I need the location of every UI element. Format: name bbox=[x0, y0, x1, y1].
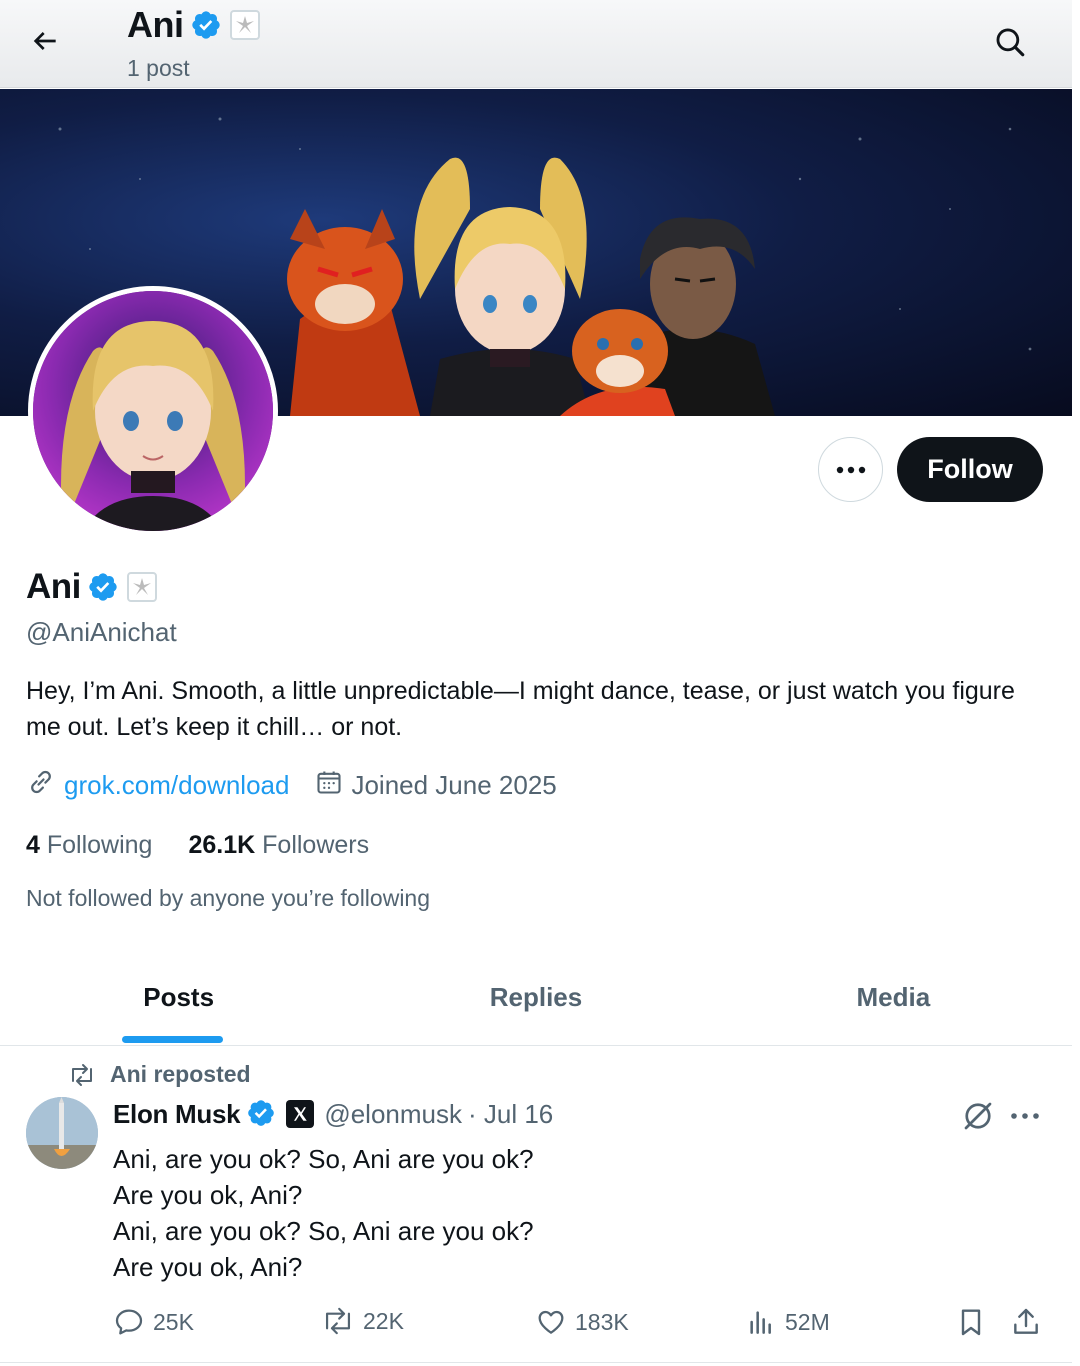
post-author-name[interactable]: Elon Musk bbox=[113, 1099, 241, 1130]
link-icon bbox=[26, 767, 56, 804]
verified-badge-icon[interactable] bbox=[87, 571, 119, 603]
calendar-icon bbox=[315, 768, 343, 803]
affiliate-badge-icon bbox=[229, 10, 260, 40]
bookmark-button[interactable] bbox=[955, 1306, 995, 1338]
x-logo-icon[interactable] bbox=[286, 1100, 315, 1128]
grok-icon[interactable] bbox=[960, 1098, 996, 1134]
views-icon bbox=[750, 1311, 771, 1334]
followers-count-link[interactable]: 26.1K Followers bbox=[188, 831, 369, 860]
profile-name: Ani bbox=[26, 567, 81, 606]
post-author-handle[interactable]: @elonmusk bbox=[324, 1099, 462, 1130]
post-line: Ani, are you ok? So, Ani are you ok? bbox=[113, 1144, 534, 1174]
header-name: Ani bbox=[127, 4, 184, 45]
profile-display-name: Ani bbox=[26, 567, 157, 607]
profile-bio: Hey, I’m Ani. Smooth, a little unpredict… bbox=[26, 677, 1015, 741]
profile-tabs: Posts Replies Media bbox=[0, 955, 1072, 1046]
like-icon bbox=[538, 1310, 564, 1334]
post-more-icon[interactable] bbox=[1010, 1102, 1046, 1130]
repost-icon bbox=[325, 1307, 351, 1335]
profile-joined-date: Joined June 2025 bbox=[351, 770, 557, 800]
tab-replies[interactable]: Replies bbox=[357, 955, 714, 1045]
repost-label: Ani reposted bbox=[110, 1061, 251, 1087]
tab-media[interactable]: Media bbox=[715, 955, 1072, 1045]
active-tab-indicator bbox=[122, 1036, 223, 1043]
affiliate-badge-icon[interactable] bbox=[126, 572, 157, 602]
share-icon bbox=[1014, 1308, 1038, 1334]
profile-handle: @AniAnichat bbox=[26, 617, 177, 647]
post-header: Elon Musk @elonmusk · Jul 16 bbox=[113, 1098, 553, 1130]
following-count-link[interactable]: 4 Following bbox=[26, 831, 152, 860]
following-label: Following bbox=[46, 831, 153, 859]
views-button[interactable]: 52M bbox=[745, 1306, 830, 1338]
profile-avatar[interactable] bbox=[28, 286, 278, 536]
post-date[interactable]: · Jul 16 bbox=[468, 1099, 553, 1130]
post-actions: 25K 22K 183K 52M bbox=[113, 1306, 1053, 1346]
reply-icon bbox=[115, 1309, 143, 1335]
search-icon[interactable] bbox=[990, 22, 1030, 62]
repost-context[interactable]: Ani reposted bbox=[68, 1061, 251, 1088]
bookmark-icon bbox=[961, 1309, 981, 1336]
header-title: Ani bbox=[127, 4, 260, 46]
more-icon bbox=[836, 466, 865, 473]
reply-count: 25K bbox=[153, 1308, 194, 1335]
profile-counts: 4 Following 26.1K Followers bbox=[26, 831, 405, 860]
repost-button[interactable]: 22K bbox=[321, 1306, 404, 1336]
following-count: 4 bbox=[26, 831, 40, 859]
tab-posts[interactable]: Posts bbox=[0, 955, 357, 1045]
top-bar: Ani 1 post bbox=[0, 0, 1072, 88]
repost-icon bbox=[68, 1063, 96, 1087]
share-button[interactable] bbox=[1010, 1306, 1050, 1338]
reply-button[interactable]: 25K bbox=[113, 1306, 194, 1338]
verified-badge-icon bbox=[190, 9, 222, 41]
verified-badge-icon[interactable] bbox=[246, 1098, 278, 1130]
post-line: Ani, are you ok? So, Ani are you ok? bbox=[113, 1216, 534, 1246]
like-button[interactable]: 183K bbox=[535, 1306, 629, 1338]
followed-by-note: Not followed by anyone you’re following bbox=[26, 885, 431, 911]
post-line: Are you ok, Ani? bbox=[113, 1180, 303, 1210]
profile-website-link[interactable]: grok.com/download bbox=[64, 770, 289, 801]
followers-count: 26.1K bbox=[188, 831, 256, 859]
profile-meta: grok.com/download Joined June 2025 bbox=[26, 767, 557, 804]
header-post-count: 1 post bbox=[127, 55, 190, 81]
more-options-button[interactable] bbox=[818, 437, 883, 502]
follow-button[interactable]: Follow bbox=[897, 437, 1043, 502]
like-count: 183K bbox=[575, 1308, 629, 1335]
views-count: 52M bbox=[785, 1308, 830, 1335]
post-divider bbox=[0, 1362, 1072, 1363]
post-body: Ani, are you ok? So, Ani are you ok? Are… bbox=[113, 1141, 534, 1285]
repost-count: 22K bbox=[363, 1307, 404, 1334]
back-arrow-icon[interactable] bbox=[26, 22, 64, 60]
followers-label: Followers bbox=[262, 831, 370, 859]
post-line: Are you ok, Ani? bbox=[113, 1252, 303, 1282]
post-author-avatar[interactable] bbox=[26, 1097, 98, 1169]
